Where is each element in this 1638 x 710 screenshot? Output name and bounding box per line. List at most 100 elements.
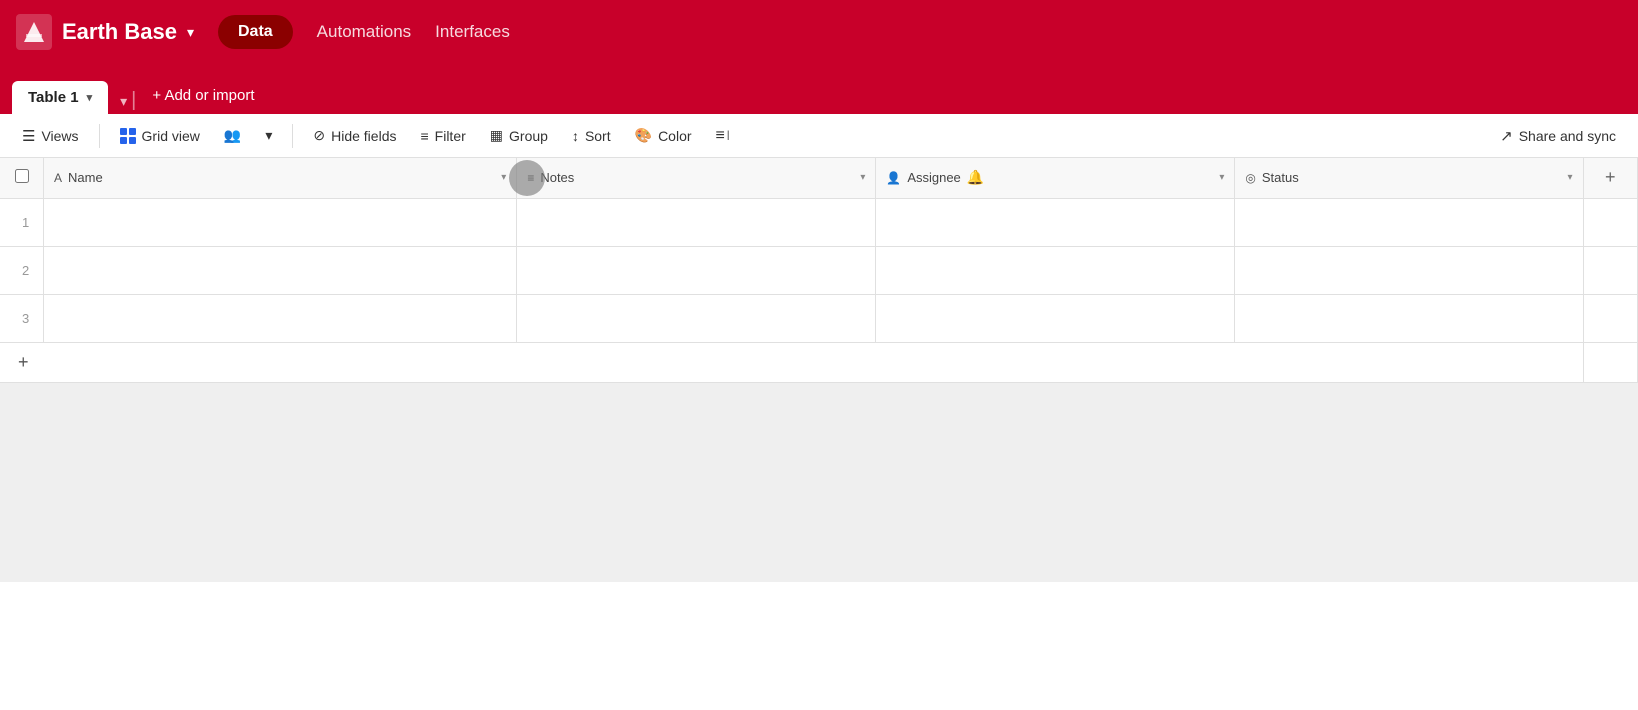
assignee-col-chevron-icon[interactable]: ▾ [1219,172,1224,183]
row-3-notes-cell[interactable] [517,294,876,342]
notes-col-type-icon: ≡ [527,171,534,185]
assignee-col-label: Assignee [907,170,960,185]
nav-data-button[interactable]: Data [218,15,293,49]
status-col-type-icon: ◎ [1245,171,1255,185]
row-1-extra-cell [1583,198,1637,246]
list-detail-button[interactable]: ≡ | [706,122,740,150]
name-col-type-icon: A [54,171,62,185]
hide-fields-button[interactable]: ⊘ Hide fields [303,122,406,149]
col-header-notes[interactable]: ≡ Notes ▾ [517,158,876,198]
filter-button[interactable]: ≡ Filter [410,123,475,149]
add-row: + [0,342,1638,382]
toolbar-divider-2 [292,124,293,148]
select-all-checkbox[interactable] [15,169,29,183]
row-1-status-cell[interactable] [1235,198,1583,246]
toolbar: ☰ Views Grid view 👥 ▾ ⊘ Hide fields ≡ Fi… [0,114,1638,158]
bell-icon[interactable]: 🔔 [967,169,984,186]
name-col-chevron-icon[interactable]: ▾ [501,172,506,183]
table-tab-chevron-icon[interactable]: ▾ [87,91,93,104]
grid-container: A Name ▾ ≡ Notes ▾ 👤 [0,158,1638,710]
color-button[interactable]: 🎨 Color [625,122,702,149]
color-icon: 🎨 [635,127,652,144]
row-1-num: 1 [10,215,33,230]
table-row: 2 [0,246,1638,294]
row-2-assignee-cell[interactable] [876,246,1235,294]
row-3-name-cell[interactable] [44,294,517,342]
sort-icon: ↕ [572,128,579,144]
row-1-notes-cell[interactable] [517,198,876,246]
row-1-assignee-cell[interactable] [876,198,1235,246]
grid-view-people-button[interactable]: 👥 [214,122,251,149]
data-table: A Name ▾ ≡ Notes ▾ 👤 [0,158,1638,582]
add-row-extra [1583,342,1637,382]
add-column-button[interactable]: + [1605,167,1616,188]
top-nav: Earth Base ▾ Data Automations Interfaces [0,0,1638,64]
filter-label: Filter [435,128,466,144]
row-2-status-cell[interactable] [1235,246,1583,294]
grid-view-button[interactable]: Grid view [110,123,210,149]
row-2-checkbox-cell[interactable]: 2 [0,246,44,294]
row-3-extra-cell [1583,294,1637,342]
add-row-cell[interactable]: + [0,342,1583,382]
col-header-status[interactable]: ◎ Status ▾ [1235,158,1583,198]
row-3-num: 3 [10,311,33,326]
row-3-checkbox-cell[interactable]: 3 [0,294,44,342]
notes-col-chevron-icon[interactable]: ▾ [860,172,865,183]
name-col-label: Name [68,170,103,185]
empty-row [0,382,1638,582]
col-header-checkbox[interactable] [0,158,44,198]
row-1-checkbox-cell[interactable]: 1 [0,198,44,246]
table-tab-expand-icon[interactable]: ▾ [120,93,127,110]
add-row-button[interactable]: + [10,350,37,375]
row-1-name-cell[interactable] [44,198,517,246]
share-sync-label: Share and sync [1519,128,1616,144]
filter-icon: ≡ [420,128,428,144]
row-2-name-cell[interactable] [44,246,517,294]
hide-fields-label: Hide fields [331,128,396,144]
grid-view-chevron-icon: ▾ [265,127,272,144]
status-col-label: Status [1262,170,1299,185]
row-2-extra-cell [1583,246,1637,294]
col-header-add[interactable]: + [1583,158,1637,198]
views-button[interactable]: ☰ Views [12,122,89,150]
empty-area [0,382,1583,582]
app-chevron-icon[interactable]: ▾ [187,24,194,41]
logo-icon [16,14,52,50]
col-header-name[interactable]: A Name ▾ [44,158,517,198]
col-header-assignee[interactable]: 👤 Assignee 🔔 ▾ [876,158,1235,198]
group-icon: ▦ [490,127,503,144]
share-sync-icon: ↗ [1500,127,1513,145]
grid-view-icon [120,128,136,144]
row-3-assignee-cell[interactable] [876,294,1235,342]
logo-area: Earth Base ▾ [16,14,194,50]
add-import-button[interactable]: + Add or import [140,79,266,112]
status-col-chevron-icon[interactable]: ▾ [1568,172,1573,183]
table-1-tab[interactable]: Table 1 ▾ [12,81,108,114]
row-2-notes-cell[interactable] [517,246,876,294]
assignee-col-type-icon: 👤 [886,171,901,185]
grid-view-label: Grid view [142,128,200,144]
list-detail-sub-icon: | [727,130,730,141]
grid-view-chevron-button[interactable]: ▾ [255,122,282,149]
hide-fields-icon: ⊘ [313,127,325,144]
table-tab-label: Table 1 [28,89,79,106]
views-label: Views [41,128,78,144]
group-label: Group [509,128,548,144]
row-2-num: 2 [10,263,33,278]
toolbar-divider-1 [99,124,100,148]
table-row: 3 [0,294,1638,342]
nav-automations-button[interactable]: Automations [317,22,412,42]
views-icon: ☰ [22,127,35,145]
row-3-status-cell[interactable] [1235,294,1583,342]
people-icon: 👥 [224,127,241,144]
group-button[interactable]: ▦ Group [480,122,558,149]
sort-button[interactable]: ↕ Sort [562,123,621,149]
share-sync-button[interactable]: ↗ Share and sync [1490,122,1626,150]
notes-col-label: Notes [540,170,574,185]
nav-interfaces-button[interactable]: Interfaces [435,22,510,42]
app-title: Earth Base [62,19,177,45]
header-row: A Name ▾ ≡ Notes ▾ 👤 [0,158,1638,198]
table-row: 1 [0,198,1638,246]
list-detail-icon: ≡ [716,127,725,145]
tab-divider: | [131,89,136,112]
